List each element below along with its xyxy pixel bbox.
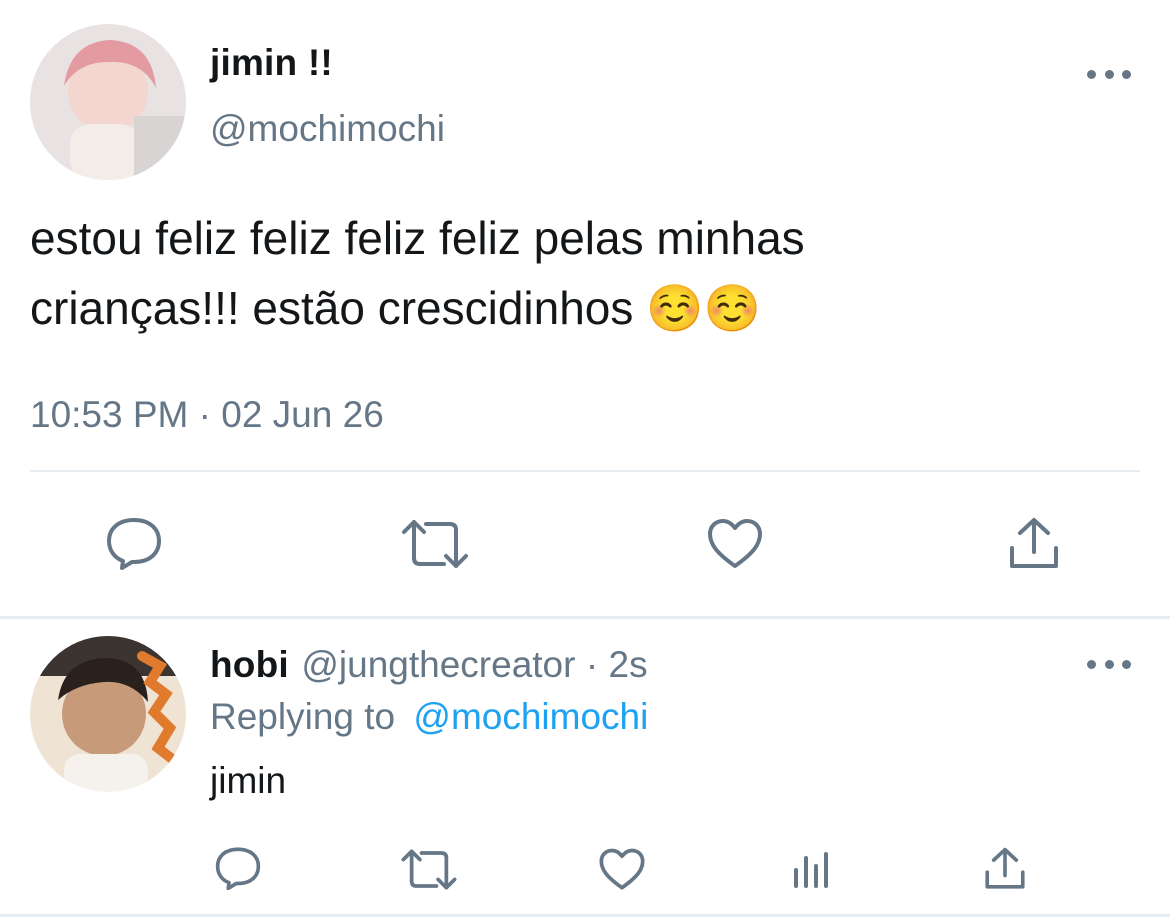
- reply-share-icon[interactable]: [984, 846, 1026, 892]
- retweet-icon[interactable]: [400, 518, 470, 570]
- section-divider: [0, 616, 1170, 619]
- tweet-text-line-1: estou feliz feliz feliz feliz pelas minh…: [30, 212, 805, 264]
- more-options-icon[interactable]: [1087, 66, 1131, 82]
- reply-analytics-icon[interactable]: [792, 850, 832, 890]
- like-icon[interactable]: [706, 518, 764, 570]
- reply-like-icon[interactable]: [598, 848, 646, 891]
- handle[interactable]: @mochimochi: [210, 108, 445, 150]
- bottom-divider: [0, 914, 1170, 917]
- tweet-text-line-2: crianças!!! estão crescidinhos ☺️☺️: [30, 282, 761, 334]
- share-icon[interactable]: [1008, 516, 1060, 572]
- display-name[interactable]: jimin !!: [210, 42, 333, 84]
- avatar[interactable]: [30, 24, 186, 180]
- reply-header: hobi @jungthecreator · 2s: [210, 644, 648, 686]
- reply-retweet-icon[interactable]: [400, 848, 458, 891]
- reply-more-options-icon[interactable]: [1087, 656, 1131, 672]
- reply-time: · 2s: [585, 644, 648, 685]
- tweet-text: estou feliz feliz feliz feliz pelas minh…: [30, 203, 1140, 343]
- timestamp[interactable]: 10:53 PM · 02 Jun 26: [30, 394, 384, 436]
- divider: [30, 470, 1140, 472]
- replying-handle-link[interactable]: @mochimochi: [413, 696, 648, 737]
- reply-handle[interactable]: @jungthecreator: [301, 644, 575, 685]
- replying-prefix: Replying to: [210, 696, 396, 737]
- reply-avatar[interactable]: [30, 636, 186, 792]
- replying-to: Replying to @mochimochi: [210, 696, 648, 738]
- reply-display-name[interactable]: hobi: [210, 644, 289, 685]
- reply-text: jimin: [210, 760, 287, 801]
- reply-reply-icon[interactable]: [214, 846, 262, 890]
- reply-icon[interactable]: [105, 516, 163, 570]
